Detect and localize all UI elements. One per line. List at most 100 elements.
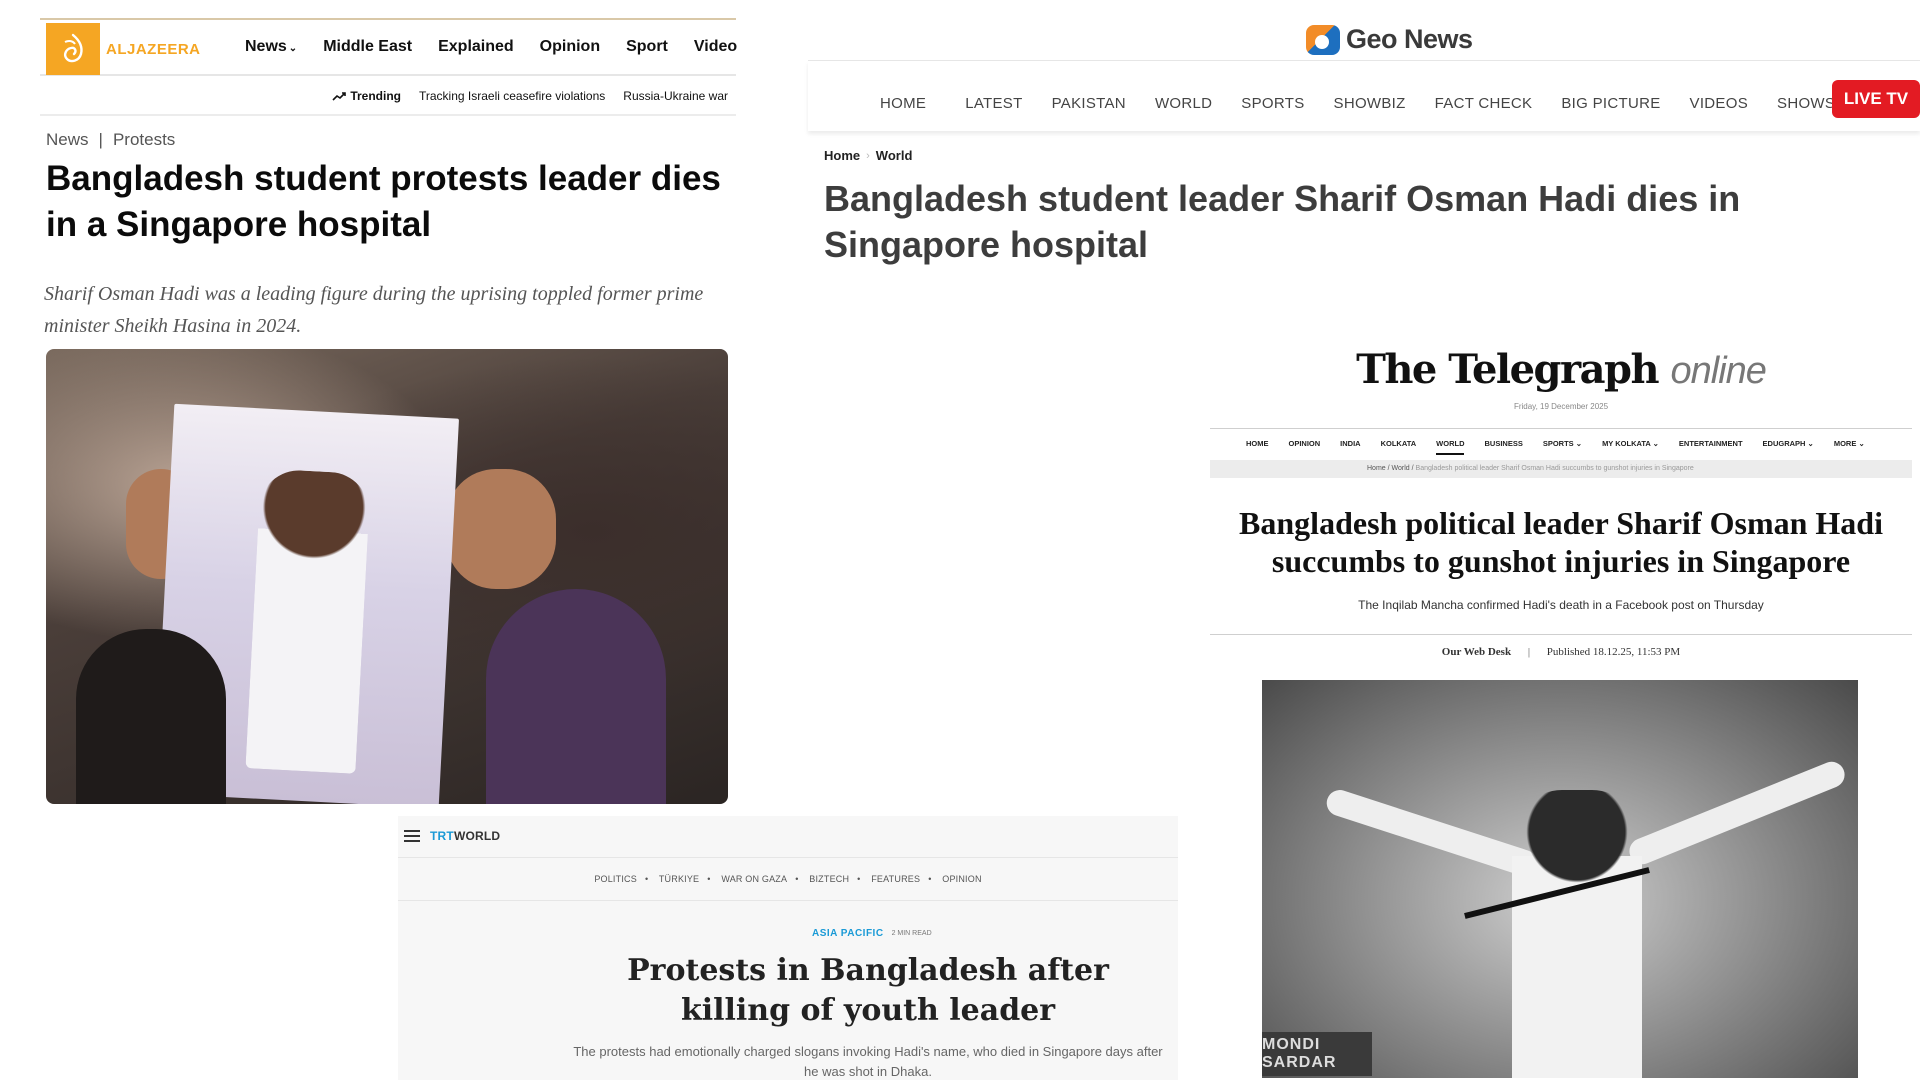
chevron-right-icon: › — [866, 149, 870, 162]
geo-nav-world[interactable]: WORLD — [1155, 95, 1212, 112]
trt-headline: Protests in Bangladesh after killing of … — [627, 953, 1109, 1028]
trt-nav-politics[interactable]: POLITICS — [594, 874, 637, 884]
aljazeera-nav-sport[interactable]: Sport — [626, 38, 668, 56]
geo-live-tv-button[interactable]: LIVE TV — [1832, 80, 1920, 118]
telegraph-breadcrumb-current: Bangladesh political leader Sharif Osman… — [1415, 465, 1694, 472]
aljazeera-nav-news[interactable]: News ⌄ — [245, 38, 297, 56]
telegraph-nav-more-label: MORE — [1833, 439, 1857, 448]
geo-nav: HOME LATEST PAKISTAN WORLD SPORTS SHOWBI… — [808, 61, 1920, 131]
aljazeera-breadcrumb: News | Protests — [46, 130, 175, 150]
trt-section-label[interactable]: ASIA PACIFIC — [812, 928, 884, 939]
telegraph-author[interactable]: Our Web Desk — [1442, 646, 1511, 658]
aljazeera-logo[interactable]: ALJAZEERA — [46, 23, 201, 75]
telegraph-masthead[interactable]: The Telegraph online — [1210, 346, 1912, 393]
aljazeera-nav-news-label: News — [245, 38, 287, 55]
aljazeera-lead-image — [46, 349, 728, 804]
telegraph-image-right-arm — [1625, 757, 1849, 869]
telegraph-nav: HOME OPINION INDIA KOLKATA WORLD BUSINES… — [1210, 428, 1912, 460]
trt-nav-dot: • — [795, 874, 799, 884]
aljazeera-nav-opinion[interactable]: Opinion — [540, 38, 600, 56]
telegraph-nav-kolkata[interactable]: KOLKATA — [1381, 439, 1417, 455]
telegraph-image-sign: MONDI SARDAR — [1262, 1032, 1372, 1076]
aljazeera-nav-explained[interactable]: Explained — [438, 38, 514, 56]
telegraph-byline: Our Web Desk | Published 18.12.25, 11:53… — [1210, 646, 1912, 658]
telegraph-breadcrumb: Home / World / Bangladesh political lead… — [1210, 460, 1912, 478]
aljazeera-logo-text: ALJAZEERA — [106, 40, 201, 58]
aljazeera-header: ALJAZEERA News ⌄ Middle East Explained Op… — [40, 20, 737, 76]
geo-nav-videos[interactable]: VIDEOS — [1690, 95, 1748, 112]
chevron-down-icon: ⌄ — [1858, 439, 1865, 448]
telegraph-nav-sports[interactable]: SPORTS ⌄ — [1543, 439, 1582, 455]
aljazeera-breadcrumb-protests[interactable]: Protests — [113, 130, 175, 150]
aljazeera-nav-middle-east[interactable]: Middle East — [323, 38, 412, 56]
geo-panel: Geo News HOME LATEST PAKISTAN WORLD SPOR… — [808, 18, 1920, 318]
trt-standfirst: The protests had emotionally charged slo… — [573, 1044, 1163, 1079]
trt-nav-opinion[interactable]: OPINION — [942, 874, 981, 884]
geo-nav-shows[interactable]: SHOWS — [1777, 95, 1835, 112]
telegraph-nav-sports-label: SPORTS — [1542, 439, 1574, 448]
telegraph-nav-business[interactable]: BUSINESS — [1484, 439, 1522, 455]
geo-nav-home[interactable]: HOME — [880, 95, 926, 112]
chevron-down-icon: ⌄ — [1575, 439, 1583, 448]
geo-nav-fact-check[interactable]: FACT CHECK — [1435, 95, 1533, 112]
aljazeera-logo-icon — [46, 23, 100, 75]
telegraph-nav-my-kolkata[interactable]: MY KOLKATA ⌄ — [1602, 439, 1659, 455]
telegraph-nav-india[interactable]: INDIA — [1340, 439, 1360, 455]
telegraph-image-speaker — [1512, 790, 1642, 1078]
trt-logo[interactable]: TRTWORLD — [430, 829, 500, 843]
geo-nav-big-picture[interactable]: BIG PICTURE — [1561, 95, 1660, 112]
trt-nav-war-on-gaza[interactable]: WAR ON GAZA — [721, 874, 787, 884]
trt-nav-dot: • — [644, 874, 649, 884]
geo-nav-latest[interactable]: LATEST — [965, 95, 1022, 112]
trt-logo-b: WORLD — [453, 829, 501, 843]
telegraph-panel: The Telegraph online Friday, 19 December… — [1210, 336, 1920, 1080]
geo-breadcrumb: Home › World — [824, 148, 912, 163]
geo-nav-sports[interactable]: SPORTS — [1241, 95, 1304, 112]
trt-nav-features[interactable]: FEATURES — [871, 874, 920, 884]
telegraph-lead-image: MONDI SARDAR — [1262, 680, 1858, 1078]
geo-breadcrumb-home[interactable]: Home — [824, 148, 860, 163]
aljazeera-image-woman — [486, 589, 666, 804]
trt-header: TRTWORLD — [398, 816, 1178, 858]
trt-nav-biztech[interactable]: BIZTECH — [809, 874, 849, 884]
telegraph-breadcrumb-world[interactable]: World — [1392, 465, 1410, 472]
aljazeera-trending-link-ceasefire[interactable]: Tracking Israeli ceasefire violations — [419, 89, 605, 103]
trt-nav-dot: • — [928, 874, 932, 884]
telegraph-masthead-title: The Telegraph — [1356, 346, 1660, 393]
geo-nav-pakistan[interactable]: PAKISTAN — [1052, 95, 1126, 112]
telegraph-nav-entertainment[interactable]: ENTERTAINMENT — [1679, 439, 1743, 455]
telegraph-date: Friday, 19 December 2025 — [1513, 402, 1609, 411]
aljazeera-nav-video[interactable]: Video — [694, 38, 737, 56]
aljazeera-image-poster-figure — [245, 468, 371, 774]
telegraph-breadcrumb-home[interactable]: Home — [1367, 465, 1386, 472]
telegraph-nav-edugraph[interactable]: EDUGRAPH ⌄ — [1763, 439, 1814, 455]
geo-logo[interactable]: Geo News — [1306, 24, 1473, 55]
aljazeera-panel: ALJAZEERA News ⌄ Middle East Explained Op… — [40, 18, 737, 808]
chevron-down-icon: ⌄ — [1652, 439, 1659, 448]
telegraph-standfirst: The Inqilab Mancha confirmed Hadi's deat… — [1358, 598, 1764, 612]
telegraph-nav-home[interactable]: HOME — [1246, 439, 1269, 455]
aljazeera-breadcrumb-news[interactable]: News — [46, 130, 89, 150]
telegraph-published: Published 18.12.25, 11:53 PM — [1546, 646, 1681, 658]
geo-breadcrumb-world[interactable]: World — [876, 148, 913, 163]
telegraph-nav-world[interactable]: WORLD — [1436, 439, 1465, 455]
telegraph-image-left-arm — [1323, 786, 1541, 880]
telegraph-nav-my-kolkata-label: MY KOLKATA — [1602, 439, 1651, 448]
hamburger-menu-icon[interactable] — [404, 830, 420, 842]
geo-logo-text: Geo News — [1346, 24, 1473, 54]
aljazeera-headline: Bangladesh student protests leader dies … — [46, 159, 721, 244]
aljazeera-image-foreground-person — [76, 629, 226, 804]
telegraph-nav-edugraph-label: EDUGRAPH — [1762, 439, 1806, 448]
trending-up-icon — [332, 92, 347, 101]
trt-nav-turkiye[interactable]: TÜRKIYE — [659, 874, 699, 884]
aljazeera-nav: News ⌄ Middle East Explained Opinion Spor… — [245, 38, 737, 56]
trt-read-time: 2 MIN READ — [891, 930, 932, 937]
chevron-down-icon: ⌄ — [1807, 439, 1814, 448]
telegraph-nav-more[interactable]: MORE ⌄ — [1834, 439, 1865, 455]
chevron-down-icon: ⌄ — [288, 43, 298, 54]
trt-kicker: ASIA PACIFIC 2 MIN READ — [812, 928, 932, 939]
aljazeera-trending-link-ukraine[interactable]: Russia-Ukraine war — [623, 89, 728, 103]
geo-nav-showbiz[interactable]: SHOWBIZ — [1334, 95, 1406, 112]
telegraph-nav-opinion[interactable]: OPINION — [1289, 439, 1321, 455]
telegraph-byline-separator: | — [1527, 646, 1531, 658]
